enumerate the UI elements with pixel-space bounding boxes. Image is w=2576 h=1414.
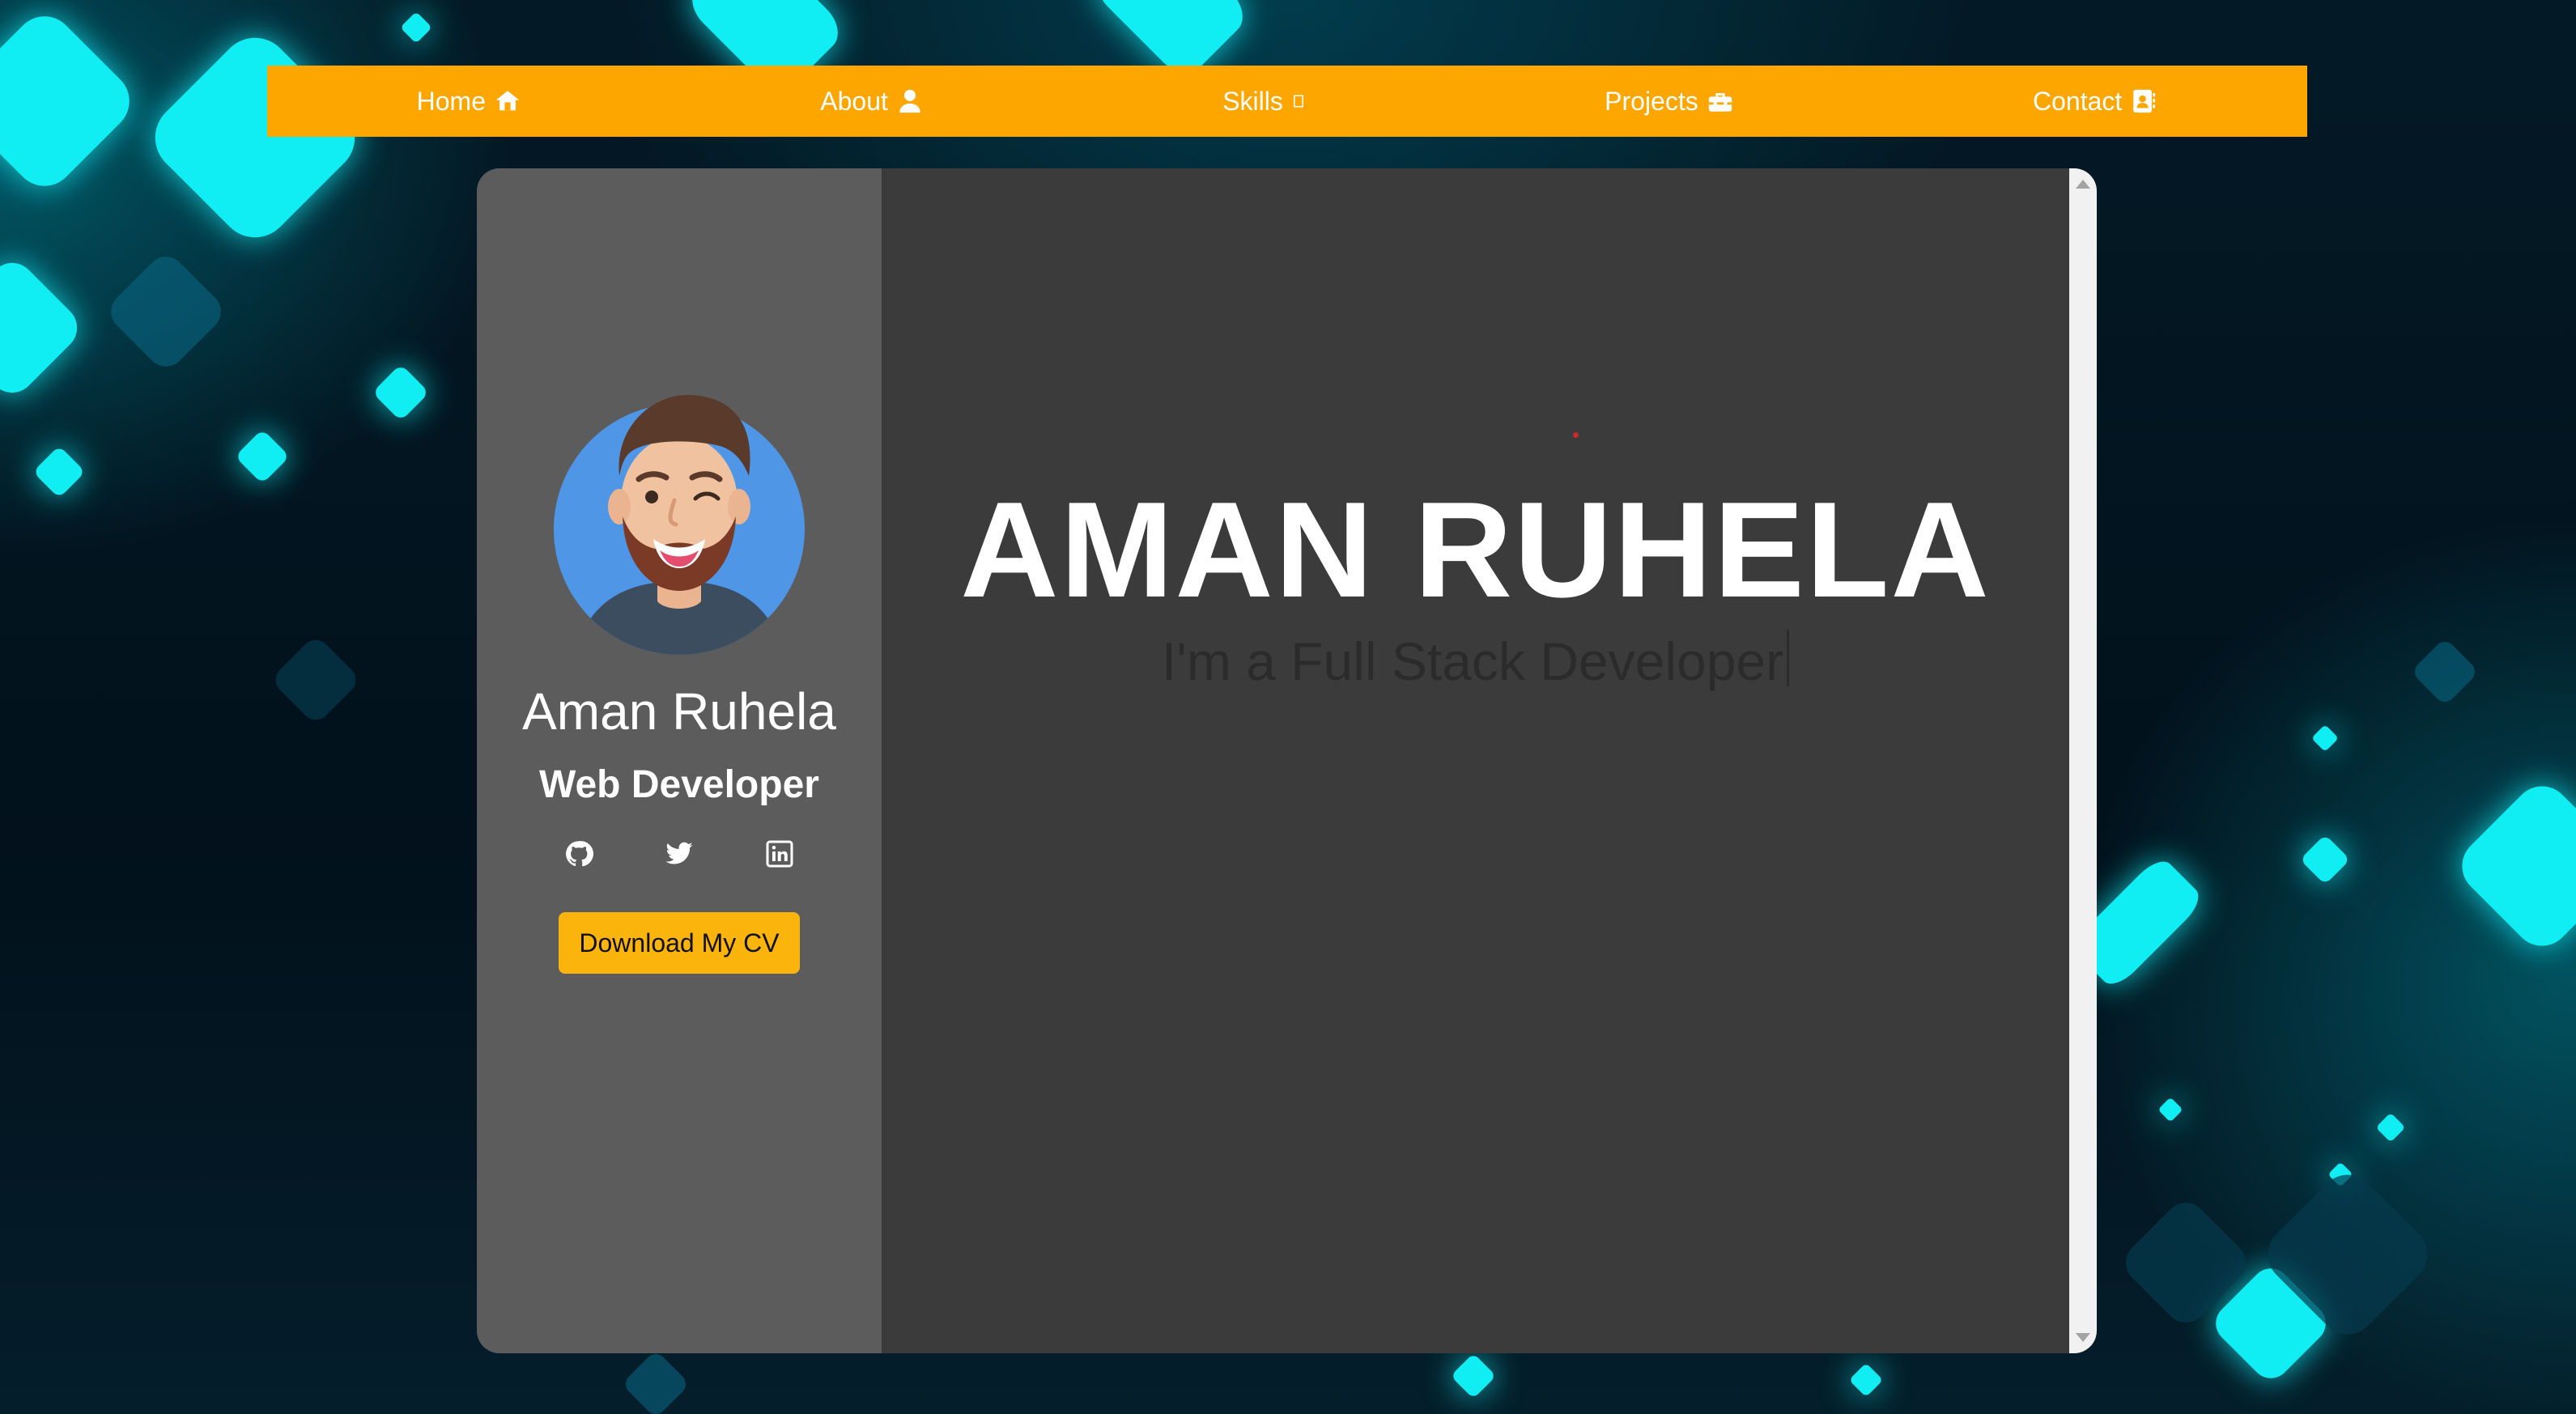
profile-name: Aman Ruhela [522, 682, 836, 741]
nav-about-label: About [820, 86, 888, 116]
hero-tagline: I'm a Full Stack Developer [882, 630, 2069, 692]
typing-caret [1787, 630, 1790, 686]
red-dot [1573, 432, 1579, 438]
nav-skills[interactable]: Skills [1222, 87, 1306, 117]
social-links [564, 839, 794, 868]
profile-sidebar: Aman Ruhela Web Developer Download My CV [477, 168, 882, 1353]
hero-section: AMAN RUHELA I'm a Full Stack Developer [882, 168, 2069, 1353]
address-book-icon [2133, 89, 2156, 113]
user-icon [899, 89, 920, 113]
github-link[interactable] [564, 839, 593, 868]
toolbox-icon [1708, 93, 1732, 112]
nav-contact[interactable]: Contact [2033, 87, 2157, 117]
missing-glyph-icon [1293, 95, 1303, 108]
profile-role: Web Developer [539, 763, 819, 806]
github-icon [566, 841, 593, 867]
nav-projects[interactable]: Projects [1605, 87, 1734, 117]
nav-skills-label: Skills [1222, 86, 1283, 116]
download-cv-button[interactable]: Download My CV [559, 912, 800, 974]
avatar-icon [554, 395, 805, 655]
linkedin-icon [766, 840, 793, 868]
twitter-link[interactable] [665, 839, 694, 868]
twitter-icon [665, 842, 693, 864]
nav-home-label: Home [416, 86, 486, 116]
vertical-scrollbar[interactable] [2069, 168, 2097, 1353]
profile-card: Aman Ruhela Web Developer Download My CV… [477, 168, 2097, 1353]
scroll-track[interactable] [2074, 201, 2092, 1321]
house-icon [495, 91, 520, 111]
nav-contact-label: Contact [2033, 86, 2123, 116]
nav-about[interactable]: About [820, 87, 924, 117]
nav-home[interactable]: Home [417, 87, 521, 117]
hero-name: AMAN RUHELA [960, 473, 1991, 626]
hero-tagline-text: I'm a Full Stack Developer [1161, 631, 1784, 691]
nav-projects-label: Projects [1605, 86, 1698, 116]
scroll-down-arrow-icon[interactable] [2076, 1333, 2090, 1342]
top-navbar: Home About Skills Projects Contact [267, 66, 2307, 137]
linkedin-link[interactable] [765, 839, 794, 868]
scroll-up-arrow-icon[interactable] [2076, 180, 2090, 189]
